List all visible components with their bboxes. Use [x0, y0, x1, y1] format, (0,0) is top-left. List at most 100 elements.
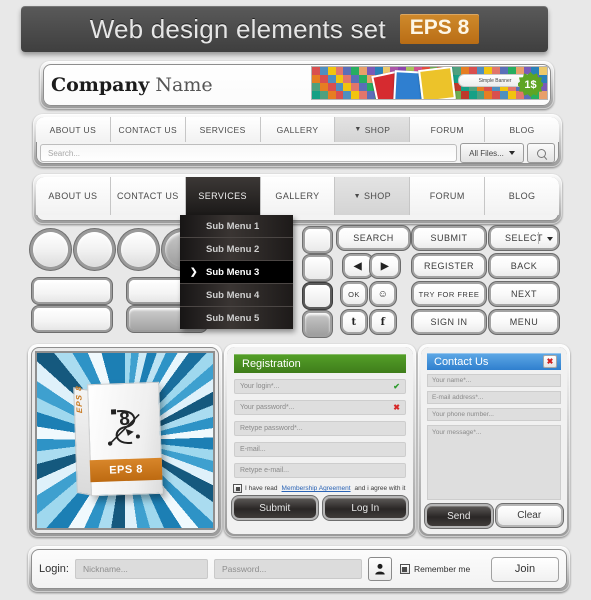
remember-me-row[interactable]: Remember me [400, 564, 471, 574]
nav2-item-gallery[interactable]: GALLERY [260, 177, 336, 215]
registration-email-field[interactable]: E-mail... [234, 442, 406, 457]
file-filter-label: All Files... [469, 148, 504, 158]
square-checkbox-1[interactable] [305, 229, 330, 251]
submit-button[interactable]: SUBMIT [414, 228, 484, 248]
registration-retype-email-field[interactable]: Retype e-mail... [234, 463, 406, 478]
nav-item-contact-us[interactable]: CONTACT US [110, 117, 186, 142]
nav-item-forum[interactable]: FORUM [410, 117, 486, 142]
nav2-item-contact-us[interactable]: CONTACT US [110, 177, 186, 215]
sub-menu-item-2[interactable]: Sub Menu 2 [180, 238, 293, 261]
search-button[interactable] [527, 143, 555, 163]
radio-button-1[interactable] [33, 232, 68, 267]
company-name-light: Name [149, 74, 213, 96]
register-button[interactable]: REGISTER [414, 256, 484, 276]
square-checkbox-2[interactable] [305, 257, 330, 279]
menu-button[interactable]: MENU [491, 312, 557, 332]
join-button[interactable]: Join [491, 556, 559, 582]
valid-check-icon: ✔ [393, 382, 400, 391]
nav-item-services[interactable]: SERVICES [185, 117, 261, 142]
agreement-row: I have read Membership Agreement and i a… [234, 485, 406, 492]
chevron-down-icon [547, 233, 553, 243]
nav-item-gallery[interactable]: GALLERY [260, 117, 336, 142]
pill-button-1[interactable] [34, 280, 110, 302]
membership-agreement-link[interactable]: Membership Agreement [282, 485, 351, 492]
remember-me-checkbox[interactable] [400, 565, 409, 573]
square-checkbox-3[interactable] [305, 285, 330, 307]
sub-menu-item-3[interactable]: Sub Menu 3 [180, 261, 293, 284]
registration-login-field[interactable]: Your login*... ✔ [234, 379, 406, 394]
search-input[interactable]: Search... [40, 144, 457, 162]
smiley-icon-button[interactable]: ☺ [372, 284, 394, 304]
svg-text:8: 8 [119, 409, 130, 430]
file-filter-select[interactable]: All Files... [460, 143, 524, 163]
nav2-item-about-us[interactable]: ABOUT US [36, 177, 111, 215]
contact-title: Contact Us [434, 355, 489, 368]
agreement-text-post: and i agree with it [354, 485, 406, 492]
page-title: Web design elements set [89, 13, 386, 44]
company-name: Company Name [51, 74, 213, 96]
registration-password-field[interactable]: Your password*... ✖ [234, 400, 406, 415]
agreement-checkbox[interactable] [234, 485, 241, 492]
back-button[interactable]: BACK [491, 256, 557, 276]
page-root: Web design elements set EPS 8 Company Na… [0, 0, 591, 600]
nav-item-shop[interactable]: ▼ SHOP [335, 117, 411, 142]
sub-menu-item-5[interactable]: Sub Menu 5 [180, 307, 293, 329]
sign-in-button[interactable]: SIGN IN [414, 312, 484, 332]
chevron-down-icon: ▼ [354, 126, 362, 133]
radio-button-2[interactable] [77, 232, 112, 267]
nav-item-blog[interactable]: BLOG [485, 117, 559, 142]
contact-panel: Contact Us ✖ Your name*... E-mail addres… [418, 344, 570, 537]
box-glyph: 8 [97, 397, 155, 457]
contact-phone-field[interactable]: Your phone number... [427, 408, 561, 421]
chevron-down-icon [508, 151, 515, 155]
user-icon-button[interactable] [367, 557, 392, 581]
registration-buttons: Submit Log In [234, 498, 406, 518]
nickname-input[interactable]: Nickname... [74, 559, 208, 579]
company-name-bold: Company [51, 74, 150, 96]
field-placeholder: Your login*... [240, 383, 280, 390]
nav2-item-shop[interactable]: ▼ SHOP [335, 177, 411, 215]
registration-retype-password-field[interactable]: Retype password*... [234, 421, 406, 436]
eps-badge: EPS 8 [399, 14, 480, 44]
nav-bottom: ABOUT US CONTACT US SERVICES GALLERY ▼ SH… [36, 177, 559, 215]
agreement-text-pre: I have read [245, 485, 278, 492]
ok-button[interactable]: OK [343, 284, 365, 304]
square-checkbox-4-selected[interactable] [305, 313, 330, 335]
facebook-icon-button[interactable]: f [372, 312, 394, 332]
nav-item-about-us[interactable]: ABOUT US [36, 117, 111, 142]
nav2-item-blog[interactable]: BLOG [485, 177, 559, 215]
prev-arrow-button[interactable]: ◀ [345, 256, 371, 276]
select-dropdown-button[interactable]: SELECT [491, 228, 557, 248]
next-arrow-button[interactable]: ▶ [372, 256, 398, 276]
try-for-free-button[interactable]: TRY FOR FREE [414, 284, 484, 304]
search-action-button[interactable]: SEARCH [339, 228, 408, 248]
sub-menu-item-1[interactable]: Sub Menu 1 [180, 215, 293, 238]
remember-me-label: Remember me [413, 564, 471, 574]
radio-button-3[interactable] [121, 232, 156, 267]
contact-message-textarea[interactable]: Your message*... [427, 425, 561, 500]
divider [538, 232, 539, 244]
search-icon [536, 148, 546, 158]
registration-submit-button[interactable]: Submit [234, 498, 316, 518]
registration-title: Registration [234, 354, 406, 373]
contact-name-field[interactable]: Your name*... [427, 374, 561, 387]
nav2-item-forum[interactable]: FORUM [410, 177, 486, 215]
sub-menu: Sub Menu 1 Sub Menu 2 Sub Menu 3 Sub Men… [180, 215, 293, 329]
header-banner[interactable]: Simple Banner 1$ [311, 66, 548, 100]
registration-panel: Registration Your login*... ✔ Your passw… [224, 344, 416, 537]
password-input[interactable]: Password... [213, 559, 362, 579]
sub-menu-item-4[interactable]: Sub Menu 4 [180, 284, 293, 307]
banner-card-yellow [418, 67, 456, 99]
contact-clear-button[interactable]: Clear [497, 506, 561, 525]
contact-send-button[interactable]: Send [427, 506, 491, 526]
contact-email-field[interactable]: E-mail address*... [427, 391, 561, 404]
software-box: EPS 8 8 EPS 8 [73, 381, 163, 497]
nav2-item-services[interactable]: SERVICES [185, 177, 261, 215]
registration-login-button[interactable]: Log In [324, 498, 406, 518]
bezier-curve-icon: 8 [107, 409, 140, 446]
next-button[interactable]: NEXT [491, 284, 557, 304]
close-icon[interactable]: ✖ [543, 355, 557, 368]
twitter-icon-button[interactable]: t [343, 312, 365, 332]
contact-buttons: Send Clear [427, 506, 561, 526]
pill-button-3[interactable] [34, 308, 110, 330]
